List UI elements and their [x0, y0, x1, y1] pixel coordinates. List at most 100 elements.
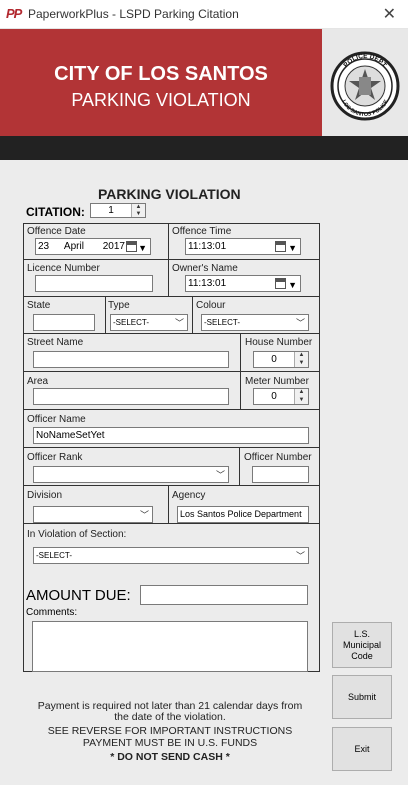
type-label: Type — [108, 300, 130, 311]
offence-time-label: Offence Time — [172, 226, 232, 237]
app-icon: PP — [6, 6, 22, 21]
officer-number-label: Officer Number — [244, 452, 312, 463]
window-title: PaperworkPlus - LSPD Parking Citation — [28, 7, 239, 21]
title-bar: PP PaperworkPlus - LSPD Parking Citation… — [0, 0, 408, 29]
chevron-down-icon: ﹀ — [139, 510, 149, 520]
meter-value: 0 — [271, 391, 277, 402]
owner-label: Owner's Name — [172, 263, 238, 274]
calendar-icon[interactable] — [275, 241, 286, 252]
division-dropdown[interactable]: ﹀ — [33, 506, 153, 523]
agency-input[interactable]: Los Santos Police Department — [177, 506, 309, 523]
type-cell: Type -SELECT- ﹀ — [106, 297, 193, 334]
footer-date-line: the date of the violation. — [114, 711, 226, 723]
colour-dropdown[interactable]: -SELECT- ﹀ — [201, 314, 309, 331]
chevron-down-icon[interactable]: ▼ — [288, 278, 297, 291]
amount-due-input[interactable] — [140, 585, 308, 605]
violation-value: -SELECT- — [36, 551, 73, 560]
date-day: 23 — [38, 241, 50, 252]
close-icon[interactable]: ✕ — [383, 4, 396, 24]
city-title: CITY OF LOS SANTOS — [54, 63, 268, 85]
chevron-down-icon: ﹀ — [174, 318, 184, 328]
offence-date-picker[interactable]: 23 April 2017 ▼ — [35, 238, 151, 255]
colour-cell: Colour -SELECT- ﹀ — [193, 297, 320, 334]
division-cell: Division ﹀ — [24, 486, 169, 524]
agency-label: Agency — [172, 490, 206, 501]
date-month: April — [63, 241, 84, 252]
house-label: House Number — [245, 337, 313, 348]
offence-time-value: 11:13:01 — [188, 241, 227, 252]
spin-up-icon[interactable]: ▲ — [295, 352, 308, 360]
citation-label: CITATION: — [26, 205, 85, 219]
area-cell: Area — [24, 372, 241, 410]
street-label: Street Name — [27, 337, 84, 348]
officer-name-cell: Officer Name NoNameSetYet — [24, 410, 320, 448]
owner-time-picker[interactable]: 11:13:01 ▼ — [185, 275, 301, 292]
area-input[interactable] — [33, 388, 229, 405]
officer-name-input[interactable]: NoNameSetYet — [33, 427, 309, 444]
offence-date-label: Offence Date — [27, 226, 86, 237]
offence-date-cell: Offence Date 23 April 2017 ▼ — [24, 224, 169, 260]
amount-due-label: AMOUNT DUE: — [26, 587, 131, 604]
banner-subtitle: PARKING VIOLATION — [71, 90, 251, 110]
officer-rank-dropdown[interactable]: ﹀ — [33, 466, 229, 483]
owner-time-value: 11:13:01 — [188, 278, 227, 289]
violation-dropdown[interactable]: -SELECT- ﹀ — [33, 547, 309, 564]
chevron-down-icon: ﹀ — [215, 470, 225, 480]
municipal-code-button[interactable]: L.S. Municipal Code — [332, 622, 392, 668]
spin-up-icon[interactable]: ▲ — [295, 389, 308, 397]
calendar-icon[interactable] — [275, 278, 286, 289]
meter-label: Meter Number — [245, 376, 309, 387]
area-label: Area — [27, 376, 49, 387]
officer-rank-label: Officer Rank — [27, 452, 83, 463]
officer-number-input[interactable] — [252, 466, 309, 483]
police-badge-logo: POLICE DEPT LOS SANTOS POLICE — [322, 29, 408, 136]
comments-textarea[interactable] — [32, 621, 308, 672]
banner-divider — [0, 136, 408, 160]
street-cell: Street Name — [24, 334, 241, 372]
exit-button[interactable]: Exit — [332, 727, 392, 771]
spin-down-icon[interactable]: ▼ — [132, 210, 145, 217]
type-dropdown[interactable]: -SELECT- ﹀ — [110, 314, 188, 331]
violation-label: In Violation of Section: — [27, 529, 127, 540]
licence-label: Licence Number — [27, 263, 100, 274]
comments-label: Comments: — [26, 607, 78, 618]
spin-down-icon[interactable]: ▼ — [295, 396, 308, 404]
state-label: State — [27, 300, 51, 311]
chevron-down-icon: ﹀ — [295, 551, 305, 561]
division-label: Division — [27, 490, 63, 501]
colour-value: -SELECT- — [204, 318, 241, 327]
type-value: -SELECT- — [113, 318, 150, 327]
state-cell: State — [24, 297, 106, 334]
date-year: 2017 — [102, 241, 125, 252]
calendar-icon[interactable] — [126, 241, 137, 252]
chevron-down-icon[interactable]: ▼ — [138, 241, 147, 254]
house-cell: House Number 0 ▲ ▼ — [241, 334, 320, 372]
agency-cell: Agency Los Santos Police Department — [169, 486, 320, 524]
spin-down-icon[interactable]: ▼ — [295, 359, 308, 367]
form-heading: PARKING VIOLATION — [98, 186, 241, 202]
officer-number-cell: Officer Number — [240, 448, 320, 486]
footer-instructions-line: SEE REVERSE FOR IMPORTANT INSTRUCTIONS — [47, 725, 293, 737]
footer-funds-line: PAYMENT MUST BE IN U.S. FUNDS — [82, 737, 258, 749]
header-banner: CITY OF LOS SANTOS PARKING VIOLATION — [0, 29, 322, 136]
officer-name-label: Officer Name — [27, 414, 86, 425]
house-stepper[interactable]: 0 ▲ ▼ — [253, 351, 309, 368]
state-input[interactable] — [33, 314, 95, 331]
citation-stepper[interactable]: 1 ▲ ▼ — [90, 203, 146, 218]
officer-rank-cell: Officer Rank ﹀ — [24, 448, 240, 486]
house-value: 0 — [271, 354, 277, 365]
meter-cell: Meter Number 0 ▲ ▼ — [241, 372, 320, 410]
chevron-down-icon[interactable]: ▼ — [288, 241, 297, 254]
submit-button[interactable]: Submit — [332, 675, 392, 719]
offence-time-cell: Offence Time 11:13:01 ▼ — [169, 224, 320, 260]
street-input[interactable] — [33, 351, 229, 368]
meter-stepper[interactable]: 0 ▲ ▼ — [253, 388, 309, 405]
licence-input[interactable] — [35, 275, 153, 292]
licence-cell: Licence Number — [24, 260, 169, 297]
citation-value: 1 — [108, 205, 114, 216]
chevron-down-icon: ﹀ — [295, 318, 305, 328]
colour-label: Colour — [196, 300, 226, 311]
owner-cell: Owner's Name 11:13:01 ▼ — [169, 260, 320, 297]
footer-cash-line: * DO NOT SEND CASH * — [110, 751, 230, 763]
offence-time-picker[interactable]: 11:13:01 ▼ — [185, 238, 301, 255]
